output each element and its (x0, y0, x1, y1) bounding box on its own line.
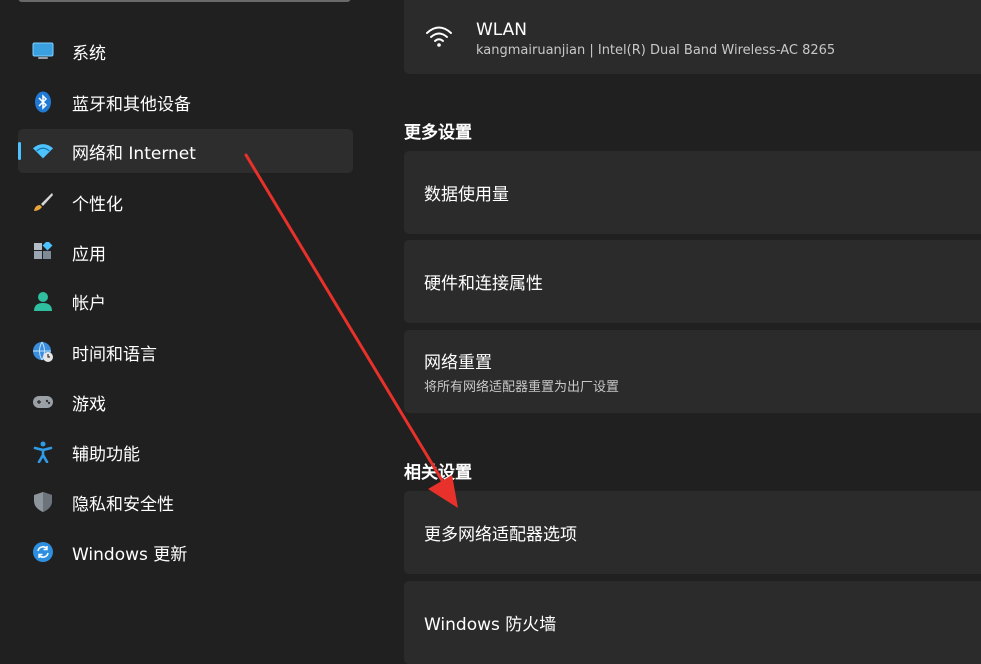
wlan-card[interactable]: WLAN kangmairuanjian | Intel(R) Dual Ban… (404, 0, 981, 74)
sidebar-item-bluetooth[interactable]: 蓝牙和其他设备 (18, 80, 353, 124)
sidebar-item-label: 个性化 (72, 194, 123, 215)
sidebar-item-label: 隐私和安全性 (72, 494, 174, 515)
brush-icon (32, 191, 54, 213)
windows-firewall-card[interactable]: Windows 防火墙 (404, 581, 981, 664)
sidebar-item-gaming[interactable]: 游戏 (18, 380, 353, 424)
sidebar-item-accessibility[interactable]: 辅助功能 (18, 430, 353, 474)
sidebar-item-label: Windows 更新 (72, 544, 188, 565)
network-reset-label: 网络重置 (424, 353, 492, 373)
sidebar-item-accounts[interactable]: 帐户 (18, 279, 353, 323)
shield-icon (32, 491, 54, 513)
sidebar-item-system[interactable]: 系统 (18, 29, 353, 73)
sidebar-item-windows-update[interactable]: Windows 更新 (18, 530, 353, 574)
sidebar-item-label: 蓝牙和其他设备 (72, 94, 191, 115)
wlan-subtitle: kangmairuanjian | Intel(R) Dual Band Wir… (476, 43, 836, 58)
gamepad-icon (32, 391, 54, 413)
windows-firewall-label: Windows 防火墙 (424, 615, 557, 635)
sidebar-item-label: 系统 (72, 43, 106, 64)
network-reset-card[interactable]: 网络重置 将所有网络适配器重置为出厂设置 (404, 330, 981, 413)
main-content: WLAN kangmairuanjian | Intel(R) Dual Ban… (404, 0, 981, 664)
apps-icon (32, 241, 54, 263)
data-usage-label: 数据使用量 (424, 185, 509, 205)
hardware-properties-label: 硬件和连接属性 (424, 274, 543, 294)
sidebar-item-label: 游戏 (72, 394, 106, 415)
sidebar-item-apps[interactable]: 应用 (18, 230, 353, 274)
sidebar-item-label: 帐户 (72, 293, 106, 314)
more-settings-heading: 更多设置 (404, 123, 472, 143)
sidebar-item-label: 辅助功能 (72, 444, 140, 465)
related-settings-heading: 相关设置 (404, 463, 472, 483)
data-usage-card[interactable]: 数据使用量 (404, 151, 981, 234)
sidebar-item-personalization[interactable]: 个性化 (18, 180, 353, 224)
more-adapter-options-card[interactable]: 更多网络适配器选项 (404, 491, 981, 574)
sidebar: 系统 蓝牙和其他设备 网络和 Internet 个性化 应用 帐户 时间和语言 … (0, 0, 370, 635)
search-box-edge[interactable] (18, 0, 351, 2)
person-icon (32, 290, 54, 312)
wlan-title: WLAN (476, 20, 528, 40)
sidebar-item-network[interactable]: 网络和 Internet (18, 129, 353, 173)
bluetooth-icon (32, 91, 54, 113)
wifi-icon (424, 22, 454, 52)
wifi-icon (32, 140, 54, 162)
display-icon (32, 40, 54, 62)
update-icon (32, 541, 54, 563)
more-adapter-options-label: 更多网络适配器选项 (424, 525, 577, 545)
globe-clock-icon (32, 341, 54, 363)
hardware-properties-card[interactable]: 硬件和连接属性 (404, 240, 981, 323)
sidebar-item-label: 应用 (72, 244, 106, 265)
sidebar-item-privacy[interactable]: 隐私和安全性 (18, 480, 353, 524)
sidebar-item-label: 网络和 Internet (72, 143, 196, 164)
sidebar-item-label: 时间和语言 (72, 344, 157, 365)
sidebar-item-time-language[interactable]: 时间和语言 (18, 330, 353, 374)
network-reset-description: 将所有网络适配器重置为出厂设置 (424, 380, 620, 395)
accessibility-icon (32, 441, 54, 463)
active-indicator (18, 142, 21, 160)
